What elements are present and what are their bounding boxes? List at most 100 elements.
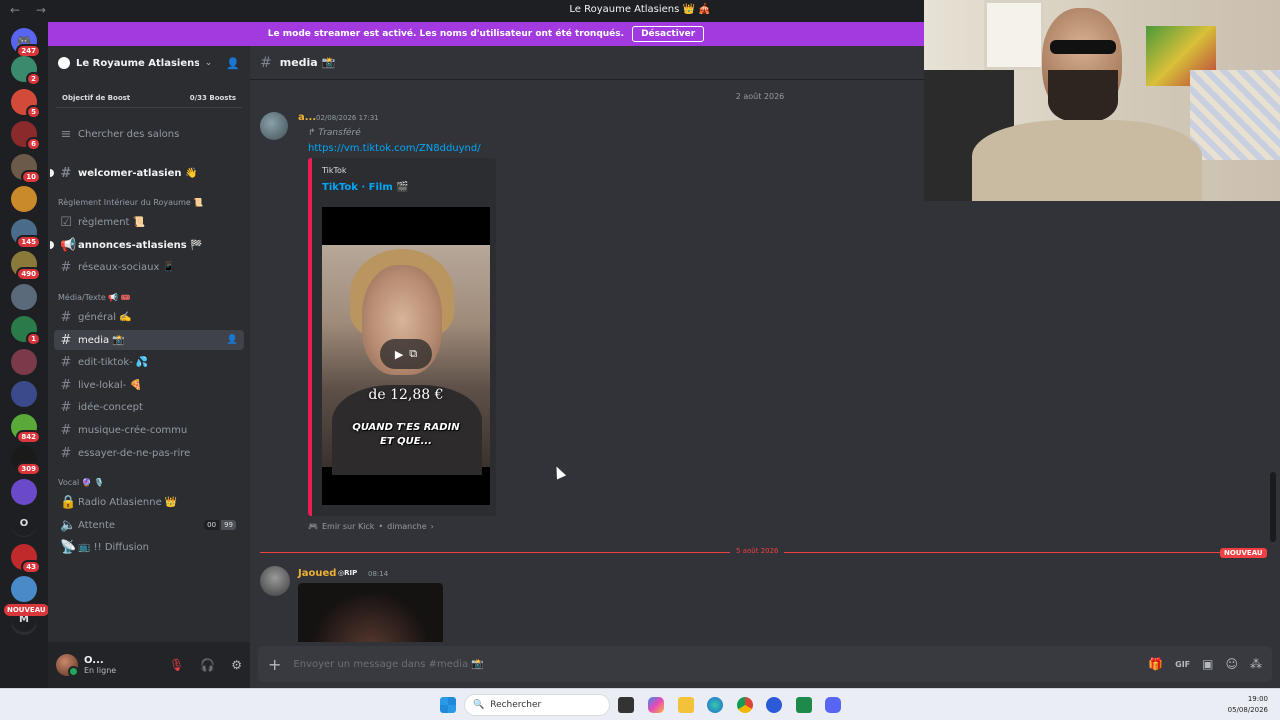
video-player[interactable]: ▶ ⧉ de 12,88 € QUAND T'ES RADIN ET QUE..… <box>322 207 490 505</box>
channel-welcomer[interactable]: # welcomer-atlasien 👋 <box>50 163 244 183</box>
server-badge: 6 <box>26 137 41 151</box>
scrollbar[interactable] <box>1270 472 1276 542</box>
message-input[interactable]: Envoyer un message dans #media 📸 <box>293 659 1136 670</box>
message-timestamp: 02/08/2026 17:31 <box>316 114 379 122</box>
hash-icon: # <box>60 309 72 325</box>
channel-label: edit-tiktok- 💦 <box>78 356 149 368</box>
system-clock[interactable]: 19:00 05/08/2026 <box>1228 694 1268 716</box>
forward-source[interactable]: 🎮 Emir sur Kick • dimanche › <box>308 522 434 531</box>
guild-header[interactable]: Le Royaume Atlasiens ... ⌄ 👤 <box>48 46 250 80</box>
server-icon[interactable] <box>11 349 37 375</box>
server-icon-letter[interactable]: O <box>11 510 37 536</box>
server-icon[interactable] <box>11 479 37 505</box>
new-badge: NOUVEAU <box>1220 548 1267 558</box>
source-time: dimanche <box>387 522 427 531</box>
server-icon[interactable] <box>11 186 37 212</box>
channel-annonces[interactable]: 📢 annonces-atlasiens 🏁 <box>50 235 244 255</box>
category-media[interactable]: Média/Texte 📢 🎟️ <box>58 293 131 302</box>
channel-media[interactable]: # media 📸 👤 <box>54 330 244 350</box>
open-external-icon: ⧉ <box>409 347 418 360</box>
android-app-icon[interactable] <box>796 697 812 713</box>
channel-reglement[interactable]: ☑ règlement 📜 <box>54 212 244 232</box>
image-attachment[interactable] <box>298 583 443 642</box>
discord-taskbar-icon[interactable] <box>825 697 841 713</box>
category-reglement[interactable]: Règlement Intérieur du Royaume 📜 <box>58 198 203 207</box>
boost-goal[interactable]: Objectif de Boost 0/33 Boosts <box>56 88 242 108</box>
channel-diffusion[interactable]: 📡 📺 !! Diffusion <box>54 537 244 557</box>
copilot-icon[interactable] <box>648 697 664 713</box>
server-icon[interactable]: 1 <box>11 316 41 346</box>
caption-line-1: QUAND T'ES RADIN <box>352 422 460 433</box>
server-icon[interactable]: 145 <box>11 219 41 249</box>
voice-user-count: 00 99 <box>204 520 236 530</box>
server-icon[interactable]: 5 <box>11 89 41 119</box>
channel-radio[interactable]: 🔒 Radio Atlasienne 👑 <box>54 492 244 512</box>
channel-label: live-lokal- 🍕 <box>78 379 142 391</box>
gift-icon[interactable]: 🎁 <box>1148 657 1163 671</box>
message-author[interactable]: Jaoued <box>298 568 336 579</box>
apps-icon[interactable]: ⁂ <box>1250 657 1262 671</box>
date-divider: 5 août 2026 <box>730 547 785 555</box>
sticker-icon[interactable]: ▣ <box>1202 657 1213 671</box>
tiktok-link[interactable]: https://vm.tiktok.com/ZN8dduynd/ <box>308 143 481 154</box>
gif-icon[interactable]: GIF <box>1175 660 1190 669</box>
search-channels[interactable]: ≡ Chercher des salons <box>54 124 244 144</box>
avatar[interactable] <box>260 566 290 596</box>
emoji-icon[interactable]: ☺ <box>1225 657 1238 671</box>
taskbar-search[interactable]: 🔍 Rechercher <box>464 694 610 716</box>
file-explorer-icon[interactable] <box>678 697 694 713</box>
server-icon[interactable]: 10 <box>11 154 41 184</box>
mute-mic-icon[interactable]: 🎙 <box>169 658 184 672</box>
server-icon[interactable] <box>11 576 37 602</box>
invite-user-icon[interactable]: 👤 <box>226 57 240 70</box>
embed-provider: TikTok <box>322 166 347 175</box>
rules-icon: ☑ <box>60 214 72 230</box>
channel-label: idée-concept <box>78 401 143 413</box>
channel-reseaux[interactable]: # réseaux-sociaux 📱 <box>54 257 244 277</box>
server-badge: 145 <box>16 235 41 249</box>
add-attachment-icon[interactable]: + <box>268 655 281 674</box>
server-icon[interactable]: 2 <box>11 56 41 86</box>
disable-streamer-button[interactable]: Désactiver <box>632 26 705 42</box>
hash-icon: # <box>60 445 72 461</box>
server-icon[interactable] <box>11 381 37 407</box>
channel-idee[interactable]: # idée-concept <box>54 397 244 417</box>
channel-label: media 📸 <box>78 334 125 346</box>
hash-icon: # <box>60 377 72 393</box>
channel-essayer[interactable]: # essayer-de-ne-pas-rire <box>54 443 244 463</box>
category-vocal[interactable]: Vocal 🔮 🎙️ <box>58 478 104 487</box>
headphones-icon[interactable]: 🎧 <box>200 658 215 672</box>
lock-icon: 🔒 <box>60 494 77 510</box>
separator: • <box>378 522 384 531</box>
server-icon[interactable]: 6 <box>11 121 41 151</box>
channel-label: Radio Atlasienne 👑 <box>78 496 178 508</box>
channel-musique[interactable]: # musique-crée-commu <box>54 420 244 440</box>
channel-attente[interactable]: 🔈 Attente 00 99 <box>54 515 244 535</box>
search-icon: 🔍 <box>473 700 485 710</box>
channel-live-lokal[interactable]: # live-lokal- 🍕 <box>54 375 244 395</box>
server-icon[interactable] <box>11 284 37 310</box>
server-icon[interactable]: 309 <box>11 446 41 476</box>
server-icon[interactable]: 490 <box>11 251 41 281</box>
chrome-icon[interactable] <box>737 697 753 713</box>
speaker-icon: 🔈 <box>60 517 77 533</box>
windows-start-icon[interactable] <box>440 697 456 713</box>
avatar[interactable] <box>260 112 288 140</box>
user-info[interactable]: O... En ligne <box>84 655 163 675</box>
task-view-icon[interactable] <box>618 697 634 713</box>
ea-app-icon[interactable] <box>766 697 782 713</box>
channel-edit-tiktok[interactable]: # edit-tiktok- 💦 <box>54 352 244 372</box>
play-button[interactable]: ▶ ⧉ <box>380 339 432 369</box>
taskbar-search-label: Rechercher <box>490 700 542 710</box>
invite-icon[interactable]: 👤 <box>227 335 238 345</box>
channel-general[interactable]: # général ✍️ <box>54 307 244 327</box>
avatar[interactable] <box>56 654 79 677</box>
edge-browser-icon[interactable] <box>707 697 723 713</box>
embed-title[interactable]: TikTok · Film 🎬 <box>322 182 409 193</box>
hash-icon: # <box>60 165 72 181</box>
direct-messages-icon[interactable]: 🎮 247 <box>11 28 41 58</box>
server-icon[interactable]: 842 <box>11 414 41 444</box>
settings-gear-icon[interactable]: ⚙ <box>231 658 242 672</box>
message-author[interactable]: a... <box>298 112 316 123</box>
server-icon[interactable]: 43 <box>11 544 41 574</box>
